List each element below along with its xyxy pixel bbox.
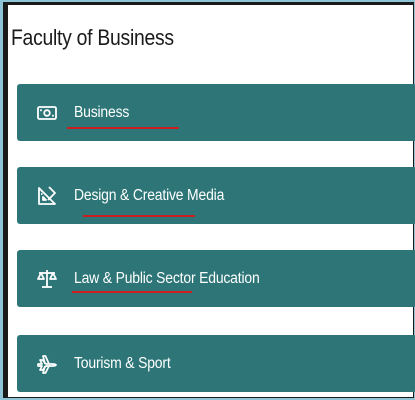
faculty-panel: Faculty of Business Business Design & Cr… — [3, 2, 415, 398]
menu-item-business[interactable]: Business — [17, 84, 415, 141]
menu-item-label: Law & Public Sector Education — [74, 270, 260, 287]
annotation-underline — [72, 291, 192, 293]
page-title: Faculty of Business — [11, 25, 174, 50]
airplane-icon — [36, 353, 58, 375]
menu-item-label: Business — [74, 104, 130, 121]
annotation-underline — [67, 127, 179, 129]
design-tools-icon — [36, 185, 58, 207]
menu-item-law-public-sector-education[interactable]: Law & Public Sector Education — [17, 250, 415, 307]
money-icon — [36, 102, 58, 124]
panel-content: Faculty of Business Business Design & Cr… — [8, 5, 415, 397]
annotation-underline — [83, 215, 195, 217]
menu-item-design-creative-media[interactable]: Design & Creative Media — [17, 167, 415, 224]
scales-icon — [36, 268, 58, 290]
menu-item-tourism-sport[interactable]: Tourism & Sport — [17, 335, 415, 392]
menu-item-label: Tourism & Sport — [74, 355, 171, 372]
